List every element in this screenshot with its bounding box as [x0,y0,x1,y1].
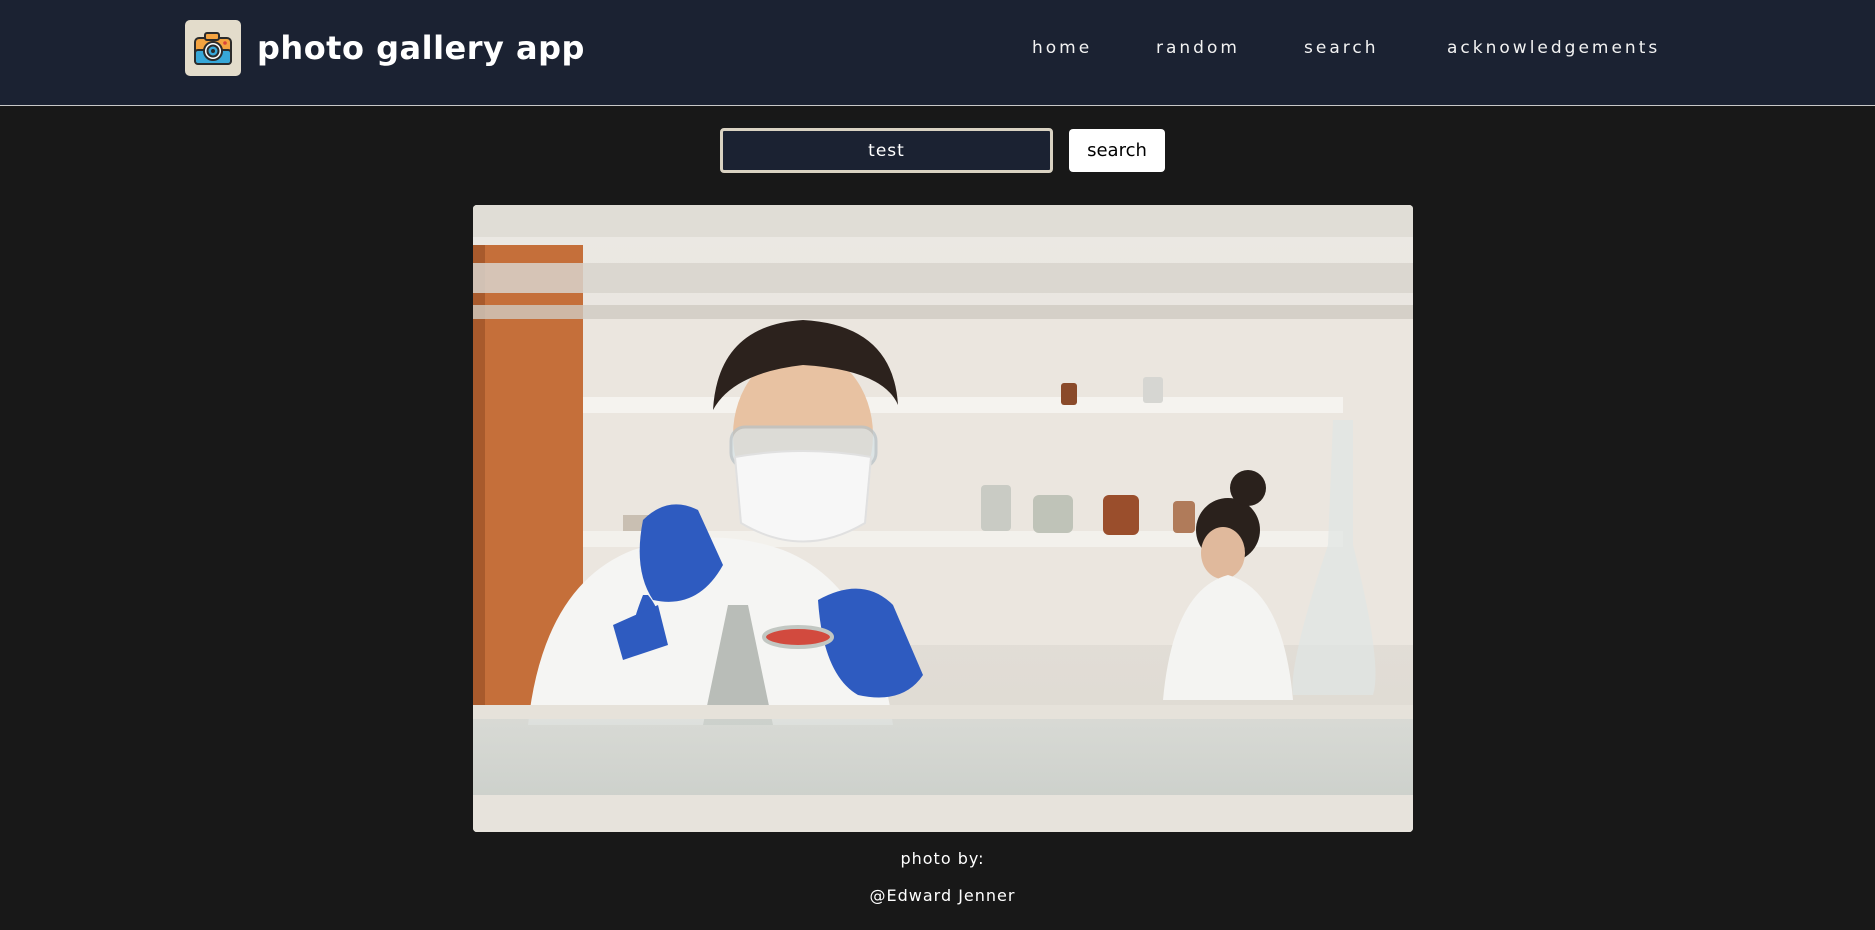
nav-acknowledgements-link[interactable]: acknowledgements [1447,38,1660,58]
navbar: photo gallery app home random search ack… [0,0,1875,106]
nav-random-link[interactable]: random [1156,38,1240,58]
search-bar: search [0,128,1875,174]
search-button[interactable]: search [1069,129,1165,172]
gallery-photo [473,205,1413,832]
nav-search-link[interactable]: search [1304,38,1378,58]
search-input[interactable] [720,128,1053,173]
nav-links: home random search acknowledgements [0,38,1875,62]
photo-credit-name: @Edward Jenner [869,886,1016,905]
photo-credit-label: photo by: [900,849,985,868]
nav-home-link[interactable]: home [1032,38,1092,58]
